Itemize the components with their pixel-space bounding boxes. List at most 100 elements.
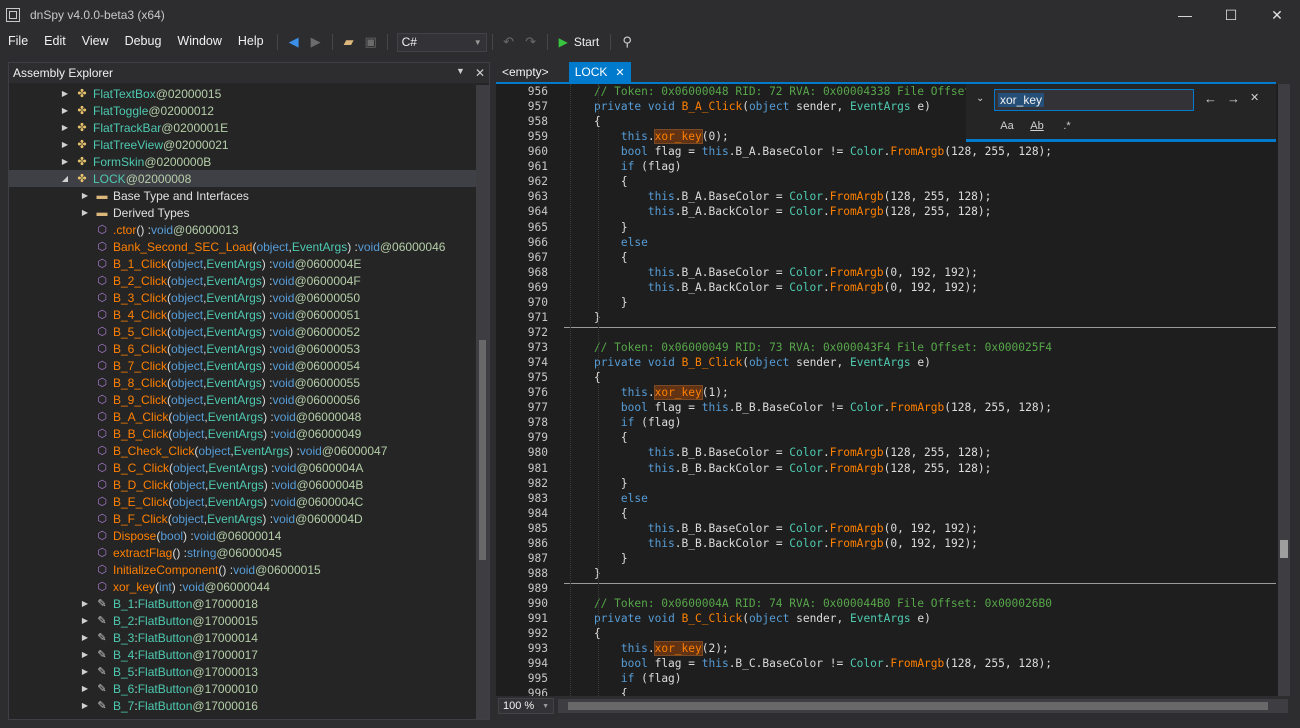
tab-empty[interactable]: <empty> xyxy=(496,62,555,82)
expand-arrow-icon[interactable]: ▶ xyxy=(79,667,91,676)
tree-item[interactable]: ⬡ Bank_Second_SEC_Load(object, EventArgs)… xyxy=(9,238,477,255)
search-icon[interactable]: ⚲ xyxy=(616,31,638,53)
tree-item[interactable]: ⬡ B_8_Click(object, EventArgs) : void @06… xyxy=(9,374,477,391)
tree-item[interactable]: ⬡ B_Check_Click(object, EventArgs) : void… xyxy=(9,442,477,459)
editor-horizontal-scrollbar[interactable] xyxy=(558,699,1288,713)
close-button[interactable]: ✕ xyxy=(1254,0,1300,30)
tree-item[interactable]: ⬡ xor_key(int) : void @06000044 xyxy=(9,578,477,595)
find-previous-icon[interactable]: ← xyxy=(1204,91,1217,106)
expand-arrow-icon[interactable]: ▶ xyxy=(59,89,71,98)
expand-arrow-icon[interactable]: ▶ xyxy=(59,106,71,115)
tree-item[interactable]: ▶ ✤ FlatToggle @02000012 xyxy=(9,102,477,119)
tree-item[interactable]: ▶ ✎ B_6 : FlatButton @17000010 xyxy=(9,680,477,697)
dropdown-icon[interactable]: ▼ xyxy=(456,66,465,80)
tree-item[interactable]: ⬡ B_D_Click(object, EventArgs) : void @06… xyxy=(9,476,477,493)
tree-item-text: ) : xyxy=(262,511,274,526)
tree-item[interactable]: ▶ ▬ Base Type and Interfaces xyxy=(9,187,477,204)
tree-item-text: EventArgs xyxy=(206,324,262,339)
menu-view[interactable]: View xyxy=(74,30,117,54)
start-debug-button[interactable]: ▶ Start xyxy=(553,35,606,49)
close-icon[interactable]: ✕ xyxy=(615,66,624,79)
menu-file[interactable]: File xyxy=(0,30,36,54)
tree-item[interactable]: ⬡ InitializeComponent() : void @06000015 xyxy=(9,561,477,578)
tree-item[interactable]: ⬡ B_9_Click(object, EventArgs) : void @06… xyxy=(9,391,477,408)
expand-arrow-icon[interactable]: ▶ xyxy=(59,157,71,166)
use-regex-icon[interactable]: .* xyxy=(1058,118,1076,134)
expand-arrow-icon[interactable]: ▶ xyxy=(79,701,91,710)
explorer-tree[interactable]: ▶ ✤ FlatTextBox @02000015 ▶ ✤ FlatToggle @020… xyxy=(9,85,477,719)
code-line: 978 if (flag) xyxy=(496,415,1288,430)
tree-item[interactable]: ▶ ✎ B_4 : FlatButton @17000017 xyxy=(9,646,477,663)
tree-item[interactable]: ⬡ B_B_Click(object, EventArgs) : void @06… xyxy=(9,425,477,442)
undo-icon[interactable]: ↶ xyxy=(498,31,520,53)
menu-edit[interactable]: Edit xyxy=(36,30,74,54)
tree-item[interactable]: ⬡ .ctor() : void @06000013 xyxy=(9,221,477,238)
menu-debug[interactable]: Debug xyxy=(117,30,170,54)
tree-item[interactable]: ⬡ extractFlag() : string @06000045 xyxy=(9,544,477,561)
expand-arrow-icon[interactable]: ▶ xyxy=(79,208,91,217)
tree-item[interactable]: ⬡ B_1_Click(object, EventArgs) : void @06… xyxy=(9,255,477,272)
expand-arrow-icon[interactable]: ▶ xyxy=(79,599,91,608)
tree-item[interactable]: ⬡ B_5_Click(object, EventArgs) : void @06… xyxy=(9,323,477,340)
editor-vertical-scrollbar[interactable] xyxy=(1278,84,1290,696)
tree-item[interactable]: ▶ ✎ B_2 : FlatButton @17000015 xyxy=(9,612,477,629)
tree-item-text: @06000056 xyxy=(294,392,361,407)
expand-arrow-icon[interactable]: ◢ xyxy=(59,174,71,183)
minimize-button[interactable]: — xyxy=(1162,0,1208,30)
code-editor[interactable]: 956 // Token: 0x06000048 RID: 72 RVA: 0x… xyxy=(496,84,1288,696)
open-file-icon[interactable]: ▰ xyxy=(338,31,360,53)
code-text: bool flag = this.B_C.BaseColor != Color.… xyxy=(567,656,1052,671)
expand-arrow-icon[interactable]: ▶ xyxy=(79,650,91,659)
match-case-icon[interactable]: Aa xyxy=(998,118,1016,134)
maximize-button[interactable]: ☐ xyxy=(1208,0,1254,30)
tree-item[interactable]: ⬡ Dispose(bool) : void @06000014 xyxy=(9,527,477,544)
find-next-icon[interactable]: → xyxy=(1227,91,1240,106)
redo-icon[interactable]: ↷ xyxy=(520,31,542,53)
expand-arrow-icon[interactable]: ▶ xyxy=(79,684,91,693)
close-icon[interactable]: ✕ xyxy=(1250,91,1259,106)
tree-item[interactable]: ▶ ✤ FlatTextBox @02000015 xyxy=(9,85,477,102)
menu-window[interactable]: Window xyxy=(169,30,229,54)
tree-item[interactable]: ⬡ B_4_Click(object, EventArgs) : void @06… xyxy=(9,306,477,323)
code-token: Color xyxy=(789,461,823,475)
tree-item[interactable]: ▶ ✎ B_1 : FlatButton @17000018 xyxy=(9,595,477,612)
match-whole-word-icon[interactable]: Ab xyxy=(1028,118,1046,134)
find-input[interactable]: xor_key xyxy=(994,89,1194,111)
expand-arrow-icon[interactable]: ▶ xyxy=(79,191,91,200)
tree-item[interactable]: ⬡ B_C_Click(object, EventArgs) : void @06… xyxy=(9,459,477,476)
expand-arrow-icon[interactable]: ▶ xyxy=(79,616,91,625)
tree-item[interactable]: ⬡ B_7_Click(object, EventArgs) : void @06… xyxy=(9,357,477,374)
tree-item[interactable]: ⬡ B_F_Click(object, EventArgs) : void @06… xyxy=(9,510,477,527)
tree-item[interactable]: ⬡ B_A_Click(object, EventArgs) : void @06… xyxy=(9,408,477,425)
explorer-scrollbar[interactable] xyxy=(476,85,489,719)
navigate-forward-icon[interactable]: ▶ xyxy=(305,31,327,53)
tree-item[interactable]: ▶ ✎ B_3 : FlatButton @17000014 xyxy=(9,629,477,646)
tree-item[interactable]: ⬡ B_6_Click(object, EventArgs) : void @06… xyxy=(9,340,477,357)
expand-arrow-icon[interactable]: ▶ xyxy=(59,123,71,132)
tree-item[interactable]: ⬡ B_E_Click(object, EventArgs) : void @06… xyxy=(9,493,477,510)
tree-item[interactable]: ▶ ✤ FormSkin @0200000B xyxy=(9,153,477,170)
menu-help[interactable]: Help xyxy=(230,30,272,54)
tree-item[interactable]: ▶ ▬ Derived Types xyxy=(9,204,477,221)
expand-arrow-icon[interactable]: ▶ xyxy=(59,140,71,149)
tree-item[interactable]: ▶ ✎ B_5 : FlatButton @17000013 xyxy=(9,663,477,680)
tree-item[interactable]: ▶ ✎ B_7 : FlatButton @17000016 xyxy=(9,697,477,714)
tree-item[interactable]: ▶ ✤ FlatTrackBar @0200001E xyxy=(9,119,477,136)
tree-item[interactable]: ▶ ✤ FlatTreeView @02000021 xyxy=(9,136,477,153)
tree-item[interactable]: ⬡ B_2_Click(object, EventArgs) : void @06… xyxy=(9,272,477,289)
tab-lock[interactable]: LOCK ✕ xyxy=(568,62,631,82)
code-token: . xyxy=(822,461,830,475)
save-all-icon[interactable]: ▣ xyxy=(360,31,382,53)
tree-item[interactable]: ⬡ B_3_Click(object, EventArgs) : void @06… xyxy=(9,289,477,306)
zoom-select[interactable]: 100 % ▼ xyxy=(498,698,554,714)
close-icon[interactable]: ✕ xyxy=(475,66,485,80)
navigate-back-icon[interactable]: ◀ xyxy=(283,31,305,53)
scrollbar-thumb[interactable] xyxy=(568,702,1268,710)
code-token: else xyxy=(620,491,648,505)
tree-item[interactable]: ◢ ✤ LOCK @02000008 xyxy=(9,170,477,187)
expand-arrow-icon[interactable]: ▶ xyxy=(79,633,91,642)
chevron-down-icon[interactable]: ⌄ xyxy=(976,93,984,104)
language-select[interactable]: C# ▼ xyxy=(396,32,487,52)
scrollbar-thumb[interactable] xyxy=(479,340,486,560)
scrollbar-thumb[interactable] xyxy=(1280,540,1288,558)
